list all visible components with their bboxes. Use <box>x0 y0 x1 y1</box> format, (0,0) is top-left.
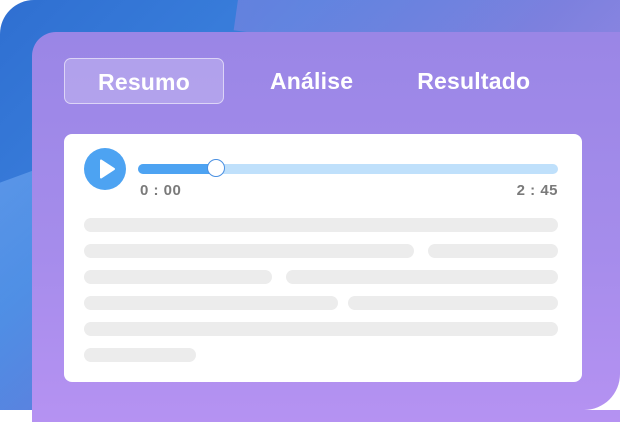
text-placeholder-line <box>84 296 338 310</box>
tab-resultado[interactable]: Resultado <box>389 58 558 104</box>
text-placeholder-line <box>84 270 272 284</box>
app-panel: Resumo Análise Resultado 0 : 00 2 : 45 <box>32 32 620 422</box>
tab-resumo[interactable]: Resumo <box>64 58 224 104</box>
text-placeholder-line <box>84 244 414 258</box>
text-placeholder-line <box>286 270 558 284</box>
audio-progress-track[interactable] <box>138 159 558 177</box>
text-placeholder-line <box>84 218 558 232</box>
total-duration: 2 : 45 <box>516 182 558 199</box>
play-icon <box>100 159 115 179</box>
text-placeholder-line <box>84 322 558 336</box>
play-button[interactable] <box>84 148 126 190</box>
text-placeholder-line <box>84 348 196 362</box>
audio-progress-handle[interactable] <box>206 159 225 177</box>
audio-summary-card: 0 : 00 2 : 45 <box>64 134 582 382</box>
tab-bar: Resumo Análise Resultado <box>64 58 558 104</box>
corner-decoration <box>584 374 620 410</box>
audio-progress-fill <box>138 164 216 174</box>
current-time: 0 : 00 <box>140 182 182 199</box>
text-placeholder-line <box>348 296 558 310</box>
text-placeholder-line <box>428 244 558 258</box>
tab-analise[interactable]: Análise <box>242 58 381 104</box>
